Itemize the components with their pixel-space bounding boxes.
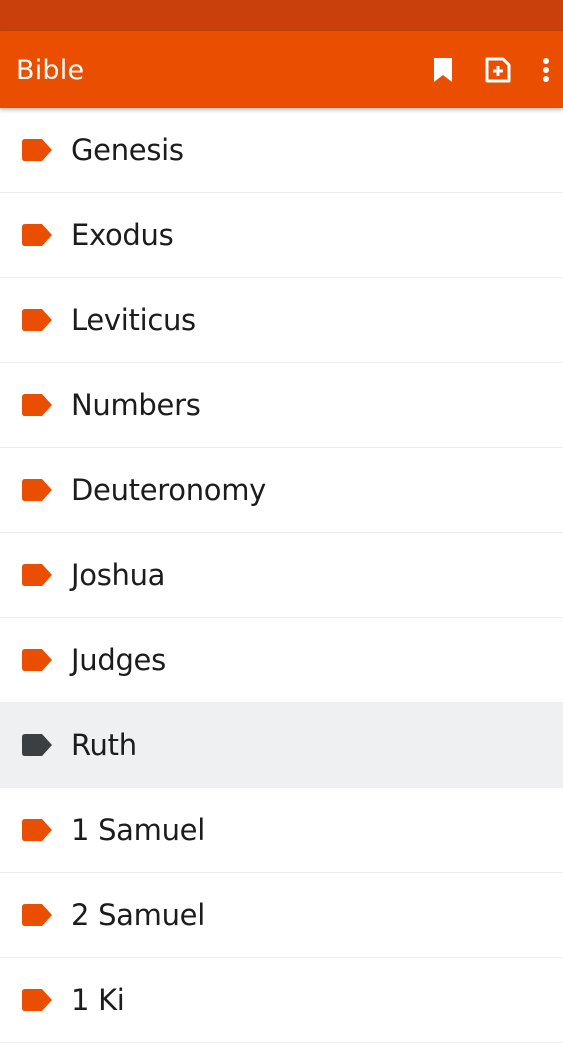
book-name: Ruth [71,728,137,762]
label-tag-icon [22,819,52,841]
more-vert-icon [543,57,549,82]
book-list-item[interactable]: 1 Samuel [0,788,563,873]
book-name: 1 Samuel [71,813,205,847]
book-list-item[interactable]: Exodus [0,193,563,278]
book-list-item[interactable]: Deuteronomy [0,448,563,533]
label-tag-icon [22,904,52,926]
book-list-item[interactable]: Numbers [0,363,563,448]
book-name: Joshua [71,558,166,592]
book-list-item[interactable]: 2 Samuel [0,873,563,958]
app-bar: Bible [0,31,563,108]
book-name: Exodus [71,218,174,252]
book-list-item[interactable]: 1 Ki [0,958,563,1043]
book-list-item[interactable]: Genesis [0,108,563,193]
label-tag-icon [22,309,52,331]
book-list-item[interactable]: Leviticus [0,278,563,363]
status-bar [0,0,563,31]
label-tag-icon [22,564,52,586]
book-name: Judges [71,643,166,677]
book-list-item[interactable]: Judges [0,618,563,703]
label-tag-icon [22,394,52,416]
book-name: 1 Ki [71,983,125,1017]
book-list-item[interactable]: Ruth [0,703,563,788]
page-title: Bible [16,55,85,86]
book-name: Deuteronomy [71,473,267,507]
bookmark-icon [434,57,452,82]
label-tag-icon [22,224,52,246]
bookmark-button[interactable] [424,31,462,108]
book-name: Leviticus [71,303,196,337]
book-name: Genesis [71,133,184,167]
add-note-icon [485,57,511,82]
book-list-item[interactable]: Joshua [0,533,563,618]
book-name: 2 Samuel [71,898,205,932]
label-tag-icon [22,479,52,501]
book-name: Numbers [71,388,201,422]
more-options-button[interactable] [533,31,559,108]
label-tag-icon [22,139,52,161]
book-list: Genesis Exodus Leviticus Numbers Deuteronomy… [0,108,563,1043]
add-note-button[interactable] [478,31,518,108]
label-tag-icon [22,649,52,671]
label-tag-icon [22,734,52,756]
label-tag-icon [22,989,52,1011]
